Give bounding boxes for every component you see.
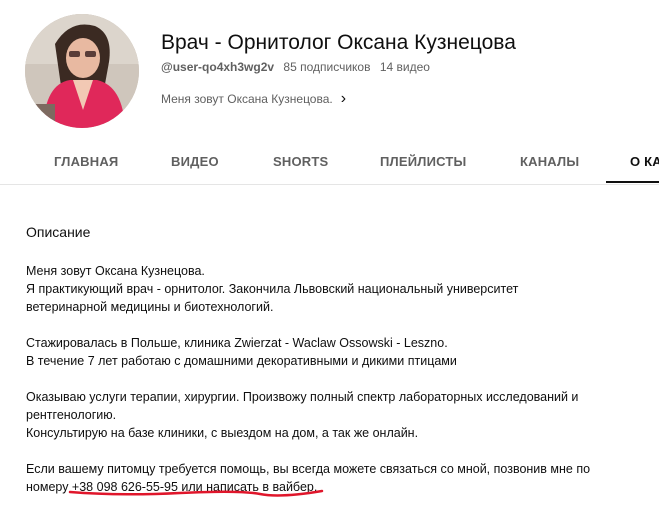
subscriber-count: 85 подписчиков	[283, 60, 371, 74]
description-gap	[26, 316, 646, 334]
tab-about[interactable]: О КА	[630, 140, 659, 184]
description-line: В течение 7 лет работаю с домашними деко…	[26, 354, 457, 368]
description-line: Я практикующий врач - орнитолог. Закончи…	[26, 282, 519, 296]
description-line: Консультирую на базе клиники, с выездом …	[26, 426, 419, 440]
channel-title: Врач - Орнитолог Оксана Кузнецова	[161, 31, 516, 54]
description-line: рентгенологию.	[26, 408, 117, 422]
description-line: Меня зовут Оксана Кузнецова.	[26, 264, 205, 278]
tab-shorts[interactable]: SHORTS	[273, 140, 328, 184]
video-count: 14 видео	[379, 60, 430, 74]
description-gap	[26, 442, 646, 460]
chevron-right-icon: ›	[340, 90, 347, 107]
active-tab-indicator	[606, 181, 659, 183]
about-snippet-link[interactable]: Меня зовут Оксана Кузнецова. ›	[161, 90, 346, 108]
description-line-phone: номеру +38 098 626-55-95 или написать в …	[26, 480, 318, 494]
channel-avatar[interactable]	[25, 14, 139, 128]
description-body: Меня зовут Оксана Кузнецова. Я практикую…	[26, 262, 646, 496]
description-line: Если вашему питомцу требуется помощь, вы…	[26, 462, 591, 476]
tab-videos[interactable]: ВИДЕО	[171, 140, 219, 184]
tab-channels[interactable]: КАНАЛЫ	[520, 140, 579, 184]
channel-header: Врач - Орнитолог Оксана Кузнецова @user-…	[0, 0, 659, 140]
description-line: Оказываю услуги терапии, хирургии. Произ…	[26, 390, 579, 404]
tab-home[interactable]: ГЛАВНАЯ	[54, 140, 118, 184]
channel-tabs: ГЛАВНАЯ ВИДЕО SHORTS ПЛЕЙЛИСТЫ КАНАЛЫ О …	[0, 140, 659, 185]
description-line: ветеринарной медицины и биотехнологий.	[26, 300, 274, 314]
about-snippet-text: Меня зовут Оксана Кузнецова.	[161, 92, 333, 106]
tab-playlists[interactable]: ПЛЕЙЛИСТЫ	[380, 140, 466, 184]
channel-meta: @user-qo4xh3wg2v 85 подписчиков 14 видео	[161, 60, 430, 74]
avatar-photo	[25, 14, 139, 128]
description-gap	[26, 370, 646, 388]
channel-handle: @user-qo4xh3wg2v	[161, 60, 275, 74]
description-line: Стажировалась в Польше, клиника Zwierzat…	[26, 336, 448, 350]
description-heading: Описание	[26, 224, 91, 240]
